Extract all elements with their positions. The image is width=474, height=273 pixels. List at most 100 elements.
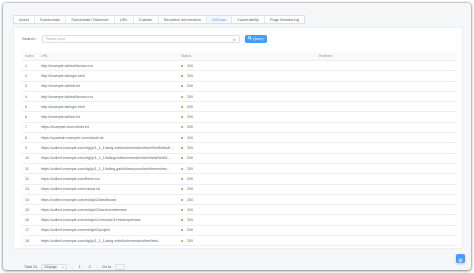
row-url-link[interactable]: https://collect.example.com/cfg/js/1_1_1… — [38, 146, 176, 150]
table-row[interactable]: 13 https://collect.example.com/robots.txt… — [22, 185, 456, 195]
search-label: Search: — [22, 36, 36, 41]
table-row[interactable]: 14 https://collect.example.com/ed/api/2/d… — [22, 195, 456, 206]
tab-bar: Asset Subdomain Subdomain Takeover URL C… — [13, 15, 305, 24]
column-header-status[interactable]: Status — [176, 54, 314, 58]
table-row[interactable]: 12 https://collect.example.com/fbeon.ico 2… — [22, 174, 456, 185]
row-url-link[interactable]: http://example.bk/test.txt — [38, 115, 176, 119]
table-row[interactable]: 9 https://collect.example.com/cfg/js/1_1_… — [22, 143, 456, 154]
table-row[interactable]: 5 http://example.bk/login.html 200 — [22, 102, 456, 113]
row-index: 14 — [25, 197, 29, 202]
row-url-link[interactable]: http://example.bk/test/favicon.ico — [38, 64, 176, 68]
status-dot-icon — [181, 219, 183, 222]
status-dot-icon — [181, 136, 183, 139]
row-status: 200 — [176, 187, 314, 191]
row-url-link[interactable]: https://collect.example.com/ed/api/2/das… — [38, 198, 176, 202]
row-url-link[interactable]: https://collect.example.com/cfg/js/1_1_1… — [38, 156, 176, 160]
search-input-wrapper: ⊗ — [41, 34, 240, 43]
row-url-link[interactable]: https://collect.example.com/cfg/js/1_1_1… — [38, 167, 176, 171]
next-page-icon[interactable]: › — [97, 265, 98, 270]
row-url-link[interactable]: http://example.bk/login.html — [38, 105, 176, 109]
circle-x-icon[interactable]: ⊗ — [232, 37, 235, 42]
prev-page-icon[interactable]: ‹ — [71, 265, 72, 270]
tab-dirscan[interactable]: DirScan — [206, 16, 233, 23]
status-code: 200 — [187, 218, 193, 223]
status-code: 200 — [187, 135, 193, 140]
row-status: 200 — [176, 64, 314, 68]
tab-subdomain[interactable]: Subdomain — [35, 16, 67, 23]
row-index: 11 — [25, 166, 29, 171]
table-row[interactable]: 15 https://collect.example.com/ed/api/2/i… — [22, 205, 456, 216]
row-index: 15 — [25, 207, 29, 212]
status-code: 200 — [187, 228, 193, 233]
row-url-link[interactable]: http://example.bk/test/favicon.ico — [38, 95, 176, 99]
query-button[interactable]: Query — [244, 34, 267, 43]
status-dot-icon — [181, 188, 183, 191]
row-url-link[interactable]: https://collect.example.com/cfg/js/1_1_1… — [38, 239, 176, 243]
row-status: 200 — [176, 74, 314, 78]
column-header-redirect[interactable]: Redirect — [314, 54, 456, 58]
tab-sensitive-information[interactable]: Sensitive Information — [159, 16, 207, 23]
goto-label: Go to — [102, 265, 112, 269]
row-url-link[interactable]: https://collect.example.com/ed/api/2/pro… — [38, 228, 176, 232]
dirscan-panel: Search: ⊗ Query Index URL Status Redirec… — [13, 27, 463, 270]
table-row[interactable]: 7 https://example.com/robots.txt 200 — [22, 123, 456, 134]
status-dot-icon — [181, 105, 183, 108]
status-dot-icon — [181, 229, 183, 232]
pagination: Total 24 20/page ⌄ ‹ 1 2 › Go to — [24, 263, 126, 270]
row-status: 200 — [176, 208, 314, 212]
table-row[interactable]: 3 http://example.bk/test.txt 200 — [22, 82, 456, 92]
row-url-link[interactable]: http://example.bk/test.txt — [38, 84, 176, 88]
app-frame: Asset Subdomain Subdomain Takeover URL C… — [3, 3, 471, 270]
row-url-link[interactable]: https://collect.example.com/fbeon.ico — [38, 177, 176, 181]
floating-settings-button[interactable] — [456, 254, 465, 263]
row-index: 17 — [25, 228, 29, 233]
row-status: 200 — [176, 84, 314, 88]
row-url-link[interactable]: https://collect.example.com/robots.txt — [38, 187, 176, 191]
chevron-down-icon: ⌄ — [61, 265, 65, 269]
table-row[interactable]: 10 https://collect.example.com/cfg/js/1_1… — [22, 154, 456, 164]
table-row[interactable]: 16 https://collect.example.com/ed/api/v1/… — [22, 215, 456, 226]
column-header-index[interactable]: Index — [22, 54, 38, 58]
page-button-2[interactable]: 2 — [87, 265, 93, 269]
settings-icon — [458, 250, 463, 268]
table-row[interactable]: 8 https://cpadmin.example.com/robots.txt 2… — [22, 133, 456, 144]
row-url-link[interactable]: https://collect.example.com/ed/api/2/iss… — [38, 208, 176, 212]
row-status: 200 — [176, 125, 314, 129]
row-status: 200 — [176, 156, 314, 160]
row-url-link[interactable]: http://example.bk/login.html — [38, 74, 176, 78]
status-code: 200 — [187, 207, 193, 212]
tab-url[interactable]: URL — [115, 16, 134, 23]
tab-asset[interactable]: Asset — [14, 16, 36, 23]
table-row[interactable]: 1 http://example.bk/test/favicon.ico 200 — [22, 61, 456, 72]
tab-vulnerability[interactable]: Vulnerability — [232, 16, 265, 23]
table-row[interactable]: 17 https://collect.example.com/ed/api/2/p… — [22, 226, 456, 237]
status-dot-icon — [181, 85, 183, 88]
goto-page-input[interactable] — [115, 264, 126, 270]
status-dot-icon — [181, 239, 183, 242]
table-row[interactable]: 6 http://example.bk/test.txt 200 — [22, 112, 456, 123]
page-button-1[interactable]: 1 — [77, 265, 83, 269]
table-row[interactable]: 18 https://collect.example.com/cfg/js/1_1… — [22, 236, 456, 247]
column-header-url[interactable]: URL — [38, 54, 176, 58]
row-index: 16 — [25, 218, 29, 223]
table-row[interactable]: 2 http://example.bk/login.html 200 — [22, 71, 456, 82]
row-url-link[interactable]: https://collect.example.com/ed/api/v1/re… — [38, 218, 176, 222]
row-index: 8 — [25, 135, 27, 140]
table-row[interactable]: 11 https://collect.example.com/cfg/js/1_1… — [22, 164, 456, 175]
row-url-link[interactable]: https://example.com/robots.txt — [38, 125, 176, 129]
row-index: 10 — [25, 156, 29, 161]
tab-page-monitoring[interactable]: Page Monitoring — [265, 16, 304, 23]
row-status: 200 — [176, 115, 314, 119]
pagination-total: Total 24 — [24, 265, 38, 269]
status-code: 200 — [187, 166, 193, 171]
search-input[interactable] — [45, 35, 226, 42]
query-button-label: Query — [253, 36, 264, 41]
row-url-link[interactable]: https://cpadmin.example.com/robots.txt — [38, 136, 176, 140]
results-table: Index URL Status Redirect 1 http://exampl… — [22, 52, 456, 247]
tab-crawler[interactable]: Crawler — [134, 16, 159, 23]
tab-subdomain-takeover[interactable]: Subdomain Takeover — [66, 16, 115, 23]
row-index: 7 — [25, 125, 27, 130]
status-dot-icon — [181, 157, 183, 160]
page-size-select[interactable]: 20/page ⌄ — [41, 263, 68, 270]
table-row[interactable]: 4 http://example.bk/test/favicon.ico 200 — [22, 92, 456, 103]
